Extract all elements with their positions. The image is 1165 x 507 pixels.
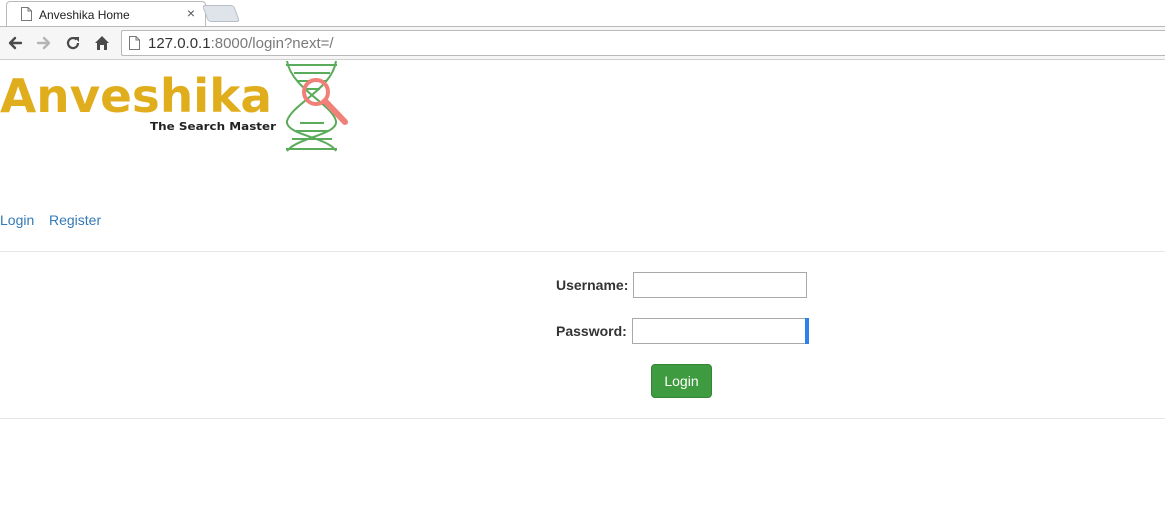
address-bar[interactable]: 127.0.0.1:8000/login?next=/ (121, 30, 1165, 56)
url-path: :8000/login?next=/ (210, 35, 334, 52)
browser-tab[interactable]: Anveshika Home × (6, 1, 206, 27)
home-icon (95, 36, 109, 50)
login-button[interactable]: Login (651, 364, 712, 398)
username-label: Username: (556, 277, 629, 293)
back-button[interactable] (5, 33, 25, 53)
home-button[interactable] (92, 33, 112, 53)
divider-top (0, 251, 1165, 252)
close-tab-icon[interactable]: × (187, 6, 195, 20)
password-focus-indicator (805, 318, 809, 344)
browser-tabstrip: Anveshika Home × (0, 0, 1165, 27)
url-text: 127.0.0.1:8000/login?next=/ (148, 35, 334, 52)
logo-tagline: The Search Master (150, 120, 277, 133)
page-icon (129, 36, 140, 50)
url-host: 127.0.0.1 (148, 35, 211, 52)
browser-toolbar: 127.0.0.1:8000/login?next=/ (0, 26, 1165, 60)
page-icon (21, 7, 32, 21)
anveshika-logo: Anveshika The Search Master (0, 60, 348, 152)
new-tab-button[interactable] (201, 5, 241, 22)
username-input[interactable] (633, 272, 807, 298)
nav-link-login[interactable]: Login (0, 212, 34, 228)
nav-link-register[interactable]: Register (49, 212, 101, 228)
password-input[interactable] (632, 318, 808, 344)
reload-icon (66, 36, 80, 50)
tab-title: Anveshika Home (39, 8, 130, 22)
forward-button[interactable] (34, 33, 54, 53)
logo-wordmark: Anveshika (0, 69, 272, 123)
divider-bottom (0, 418, 1165, 419)
magnifier-icon (302, 78, 348, 125)
password-label: Password: (556, 323, 627, 339)
reload-button[interactable] (63, 33, 83, 53)
arrow-left-icon (8, 36, 23, 50)
arrow-right-icon (36, 36, 51, 50)
